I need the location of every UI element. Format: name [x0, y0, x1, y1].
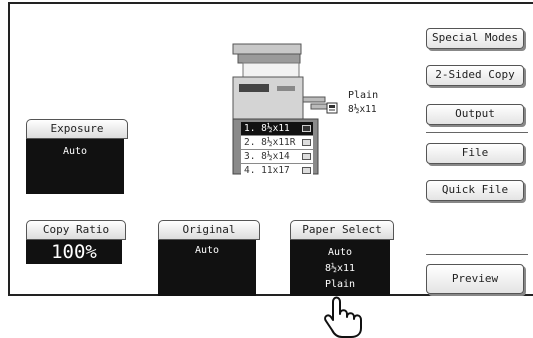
special-modes-button[interactable]: Special Modes — [426, 28, 524, 49]
paper-tray-icon — [302, 153, 311, 160]
tray-1[interactable]: 1. 8½x11 — [241, 122, 313, 135]
file-button[interactable]: File — [426, 143, 524, 164]
pointing-hand-icon — [324, 296, 362, 338]
quick-file-button[interactable]: Quick File — [426, 180, 524, 201]
tray-1-label: 1. 8½x11 — [244, 123, 290, 134]
tray-4[interactable]: 4. 11x17 — [241, 164, 313, 177]
tray-2[interactable]: 2. 8½x11R — [241, 136, 313, 149]
paper-select-value: Auto 8½x11 Plain — [290, 240, 390, 296]
paper-select-size: 8½x11 — [324, 263, 356, 274]
original-value: Auto — [158, 240, 256, 296]
bypass-type: Plain — [348, 90, 379, 101]
right-divider-1 — [426, 132, 528, 133]
two-sided-copy-button[interactable]: 2-Sided Copy — [426, 65, 524, 86]
output-button[interactable]: Output — [426, 104, 524, 125]
paper-select-button[interactable]: Paper Select — [290, 220, 394, 240]
paper-select-mode: Auto — [327, 247, 353, 258]
exposure-value: Auto — [26, 139, 124, 194]
bypass-tray-icon — [326, 102, 338, 114]
tray-3-label: 3. 8½x14 — [244, 151, 290, 162]
paper-select-type: Plain — [324, 279, 356, 290]
copy-ratio-button[interactable]: Copy Ratio — [26, 220, 126, 240]
paper-tray-icon — [302, 139, 311, 146]
copy-ratio-value: 100% — [26, 240, 122, 264]
bypass-tray[interactable]: Plain 8½x11 — [324, 90, 394, 120]
tray-2-label: 2. 8½x11R — [244, 137, 296, 148]
paper-tray-icon — [302, 125, 311, 132]
bypass-size: 8½x11 — [348, 104, 377, 115]
tray-4-label: 4. 11x17 — [244, 165, 290, 176]
right-divider-2 — [426, 254, 528, 255]
original-button[interactable]: Original — [158, 220, 260, 240]
tray-3[interactable]: 3. 8½x14 — [241, 150, 313, 163]
exposure-button[interactable]: Exposure — [26, 119, 128, 139]
paper-tray-icon — [302, 167, 311, 174]
preview-button[interactable]: Preview — [426, 264, 524, 294]
